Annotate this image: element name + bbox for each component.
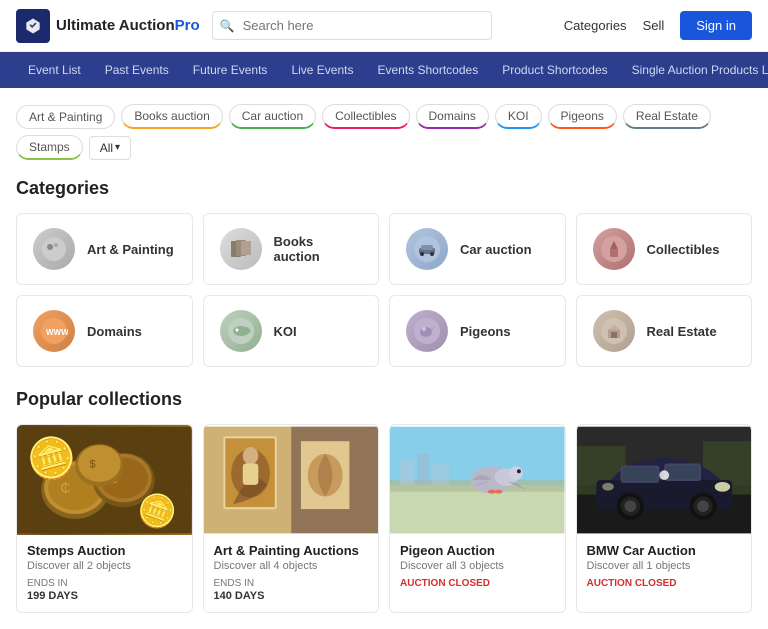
collection-bmw-closed-badge: AUCTION CLOSED [587, 578, 677, 589]
collection-stemps-image: ₵ € $ [17, 425, 192, 535]
category-art[interactable]: Art & Painting [16, 213, 193, 285]
svg-text:$: $ [90, 458, 96, 470]
collection-pigeon-body: Pigeon Auction Discover all 3 objects AU… [390, 535, 565, 599]
collection-bmw[interactable]: BMW Car Auction Discover all 1 objects A… [576, 424, 753, 613]
collection-stemps[interactable]: ₵ € $ Stemps Auction Discover all 2 [16, 424, 193, 613]
tab-realestate[interactable]: Real Estate [623, 104, 711, 129]
sell-link[interactable]: Sell [643, 18, 665, 33]
category-domains-name: Domains [87, 324, 142, 339]
category-car-icon [406, 228, 448, 270]
collection-art-painting-body: Art & Painting Auctions Discover all 4 o… [204, 535, 379, 612]
navbar-item-events-shortcodes[interactable]: Events Shortcodes [365, 52, 490, 88]
category-art-icon [33, 228, 75, 270]
category-domains-icon: WWW [33, 310, 75, 352]
collection-art-ends-days: 140 DAYS [214, 590, 265, 602]
collection-pigeon-image [390, 425, 565, 535]
category-collectibles-icon [593, 228, 635, 270]
tab-domains[interactable]: Domains [416, 104, 489, 129]
header: Ultimate AuctionPro 🔍 Categories Sell Si… [0, 0, 768, 52]
logo-icon [16, 9, 50, 43]
tab-collectibles[interactable]: Collectibles [322, 104, 409, 129]
tab-books[interactable]: Books auction [121, 104, 222, 129]
navbar: Event List Past Events Future Events Liv… [0, 52, 768, 88]
tab-stamps[interactable]: Stamps [16, 135, 83, 160]
svg-text:WWW: WWW [46, 328, 68, 337]
tab-art[interactable]: Art & Painting [16, 105, 115, 129]
navbar-item-product-shortcodes[interactable]: Product Shortcodes [490, 52, 619, 88]
collection-art-painting-subtitle: Discover all 4 objects [214, 560, 369, 572]
categories-link[interactable]: Categories [564, 18, 627, 33]
collection-pigeon-closed-badge: AUCTION CLOSED [400, 578, 490, 589]
logo-text: Ultimate AuctionPro [56, 17, 200, 34]
navbar-item-event-list[interactable]: Event List [16, 52, 93, 88]
categories-grid: Art & Painting Books auction Car auction… [16, 213, 752, 367]
collection-art-painting-footer: ENDS IN 140 DAYS [214, 578, 369, 602]
popular-collections-title: Popular collections [16, 389, 752, 410]
category-car-name: Car auction [460, 242, 532, 257]
collection-art-painting[interactable]: Art & Painting Auctions Discover all 4 o… [203, 424, 380, 613]
category-pigeons-name: Pigeons [460, 324, 511, 339]
header-nav: Categories Sell Sign in [564, 11, 752, 40]
tab-koi[interactable]: KOI [495, 104, 542, 129]
category-domains[interactable]: WWW Domains [16, 295, 193, 367]
collection-bmw-footer: AUCTION CLOSED [587, 578, 742, 589]
collection-stemps-subtitle: Discover all 2 objects [27, 560, 182, 572]
tabs-row: Art & Painting Books auction Car auction… [16, 104, 752, 160]
tab-all-label: All [100, 141, 113, 155]
category-koi-icon [220, 310, 262, 352]
collection-art-painting-title: Art & Painting Auctions [214, 543, 369, 558]
navbar-item-future-events[interactable]: Future Events [181, 52, 280, 88]
category-collectibles-name: Collectibles [647, 242, 720, 257]
collection-stemps-title: Stemps Auction [27, 543, 182, 558]
collection-bmw-body: BMW Car Auction Discover all 1 objects A… [577, 535, 752, 599]
collection-pigeon[interactable]: Pigeon Auction Discover all 3 objects AU… [389, 424, 566, 613]
collection-stemps-ends-label: ENDS IN [27, 578, 78, 590]
collection-pigeon-footer: AUCTION CLOSED [400, 578, 555, 589]
category-collectibles[interactable]: Collectibles [576, 213, 753, 285]
category-realestate-name: Real Estate [647, 324, 717, 339]
collections-grid: ₵ € $ Stemps Auction Discover all 2 [16, 424, 752, 613]
collection-pigeon-subtitle: Discover all 3 objects [400, 560, 555, 572]
tab-pigeons[interactable]: Pigeons [548, 104, 617, 129]
svg-text:₵: ₵ [61, 481, 71, 496]
collection-bmw-subtitle: Discover all 1 objects [587, 560, 742, 572]
categories-title: Categories [16, 178, 752, 199]
signin-button[interactable]: Sign in [680, 11, 752, 40]
popular-collections-section: Popular collections ₵ [16, 389, 752, 613]
search-icon: 🔍 [220, 19, 235, 33]
category-books-name: Books auction [274, 234, 363, 264]
category-pigeons-icon [406, 310, 448, 352]
collection-stemps-ends-days: 199 DAYS [27, 590, 78, 602]
category-pigeons[interactable]: Pigeons [389, 295, 566, 367]
collection-art-ends-label: ENDS IN [214, 578, 265, 590]
navbar-item-single-auction[interactable]: Single Auction Products List [620, 52, 768, 88]
collection-bmw-image [577, 425, 752, 535]
logo[interactable]: Ultimate AuctionPro [16, 9, 200, 43]
collection-bmw-title: BMW Car Auction [587, 543, 742, 558]
category-koi[interactable]: KOI [203, 295, 380, 367]
category-books[interactable]: Books auction [203, 213, 380, 285]
collection-stemps-body: Stemps Auction Discover all 2 objects EN… [17, 535, 192, 612]
category-books-icon [220, 228, 262, 270]
navbar-item-live-events[interactable]: Live Events [279, 52, 365, 88]
collection-stemps-footer: ENDS IN 199 DAYS [27, 578, 182, 602]
chevron-down-icon: ▾ [115, 142, 120, 153]
main-content: Art & Painting Books auction Car auction… [0, 88, 768, 629]
search-input[interactable] [212, 11, 492, 40]
tab-all[interactable]: All ▾ [89, 136, 131, 160]
navbar-item-past-events[interactable]: Past Events [93, 52, 181, 88]
categories-section: Categories Art & Painting Books auction … [16, 178, 752, 367]
category-realestate[interactable]: Real Estate [576, 295, 753, 367]
category-koi-name: KOI [274, 324, 297, 339]
collection-art-painting-image [204, 425, 379, 535]
search-bar: 🔍 [212, 11, 492, 40]
collection-pigeon-title: Pigeon Auction [400, 543, 555, 558]
category-art-name: Art & Painting [87, 242, 174, 257]
category-car[interactable]: Car auction [389, 213, 566, 285]
tab-car[interactable]: Car auction [229, 104, 316, 129]
category-realestate-icon [593, 310, 635, 352]
